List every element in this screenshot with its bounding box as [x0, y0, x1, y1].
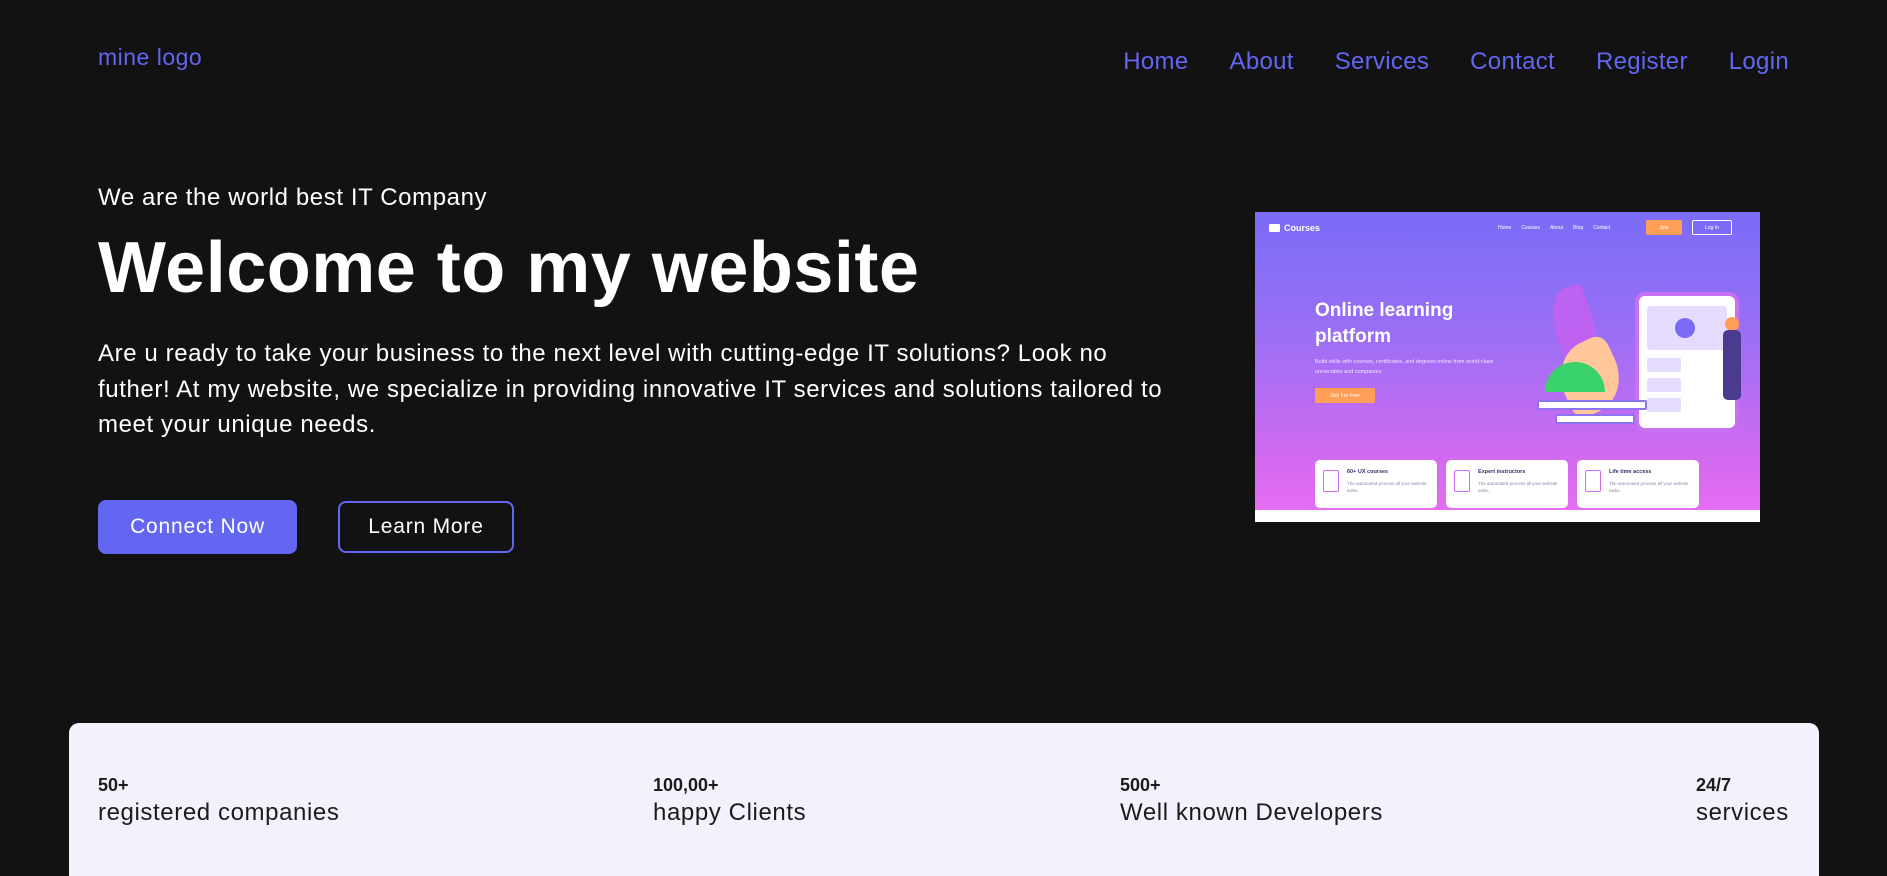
mock-feature-card: Expert instructors The automated process…	[1446, 460, 1568, 508]
nav-register[interactable]: Register	[1596, 48, 1688, 76]
hero-image: Courses Home Courses About Blog Contact …	[1255, 212, 1760, 522]
instructor-icon	[1454, 470, 1470, 492]
mock-nav-item: Blog	[1573, 225, 1584, 231]
nav-services[interactable]: Services	[1335, 48, 1429, 76]
site-logo[interactable]: mine logo	[98, 44, 202, 71]
mock-subtext: Build skills with courses, certificates,…	[1315, 359, 1494, 375]
mock-nav: Home Courses About Blog Contact	[1498, 225, 1610, 231]
site-header: mine logo Home About Services Contact Re…	[0, 0, 1887, 110]
mock-brand: Courses	[1269, 223, 1320, 233]
mock-card-desc: The automated process all your website t…	[1609, 481, 1689, 493]
mock-card-title: Life time access	[1609, 469, 1652, 475]
mock-cta-button: Join For Free	[1315, 388, 1375, 403]
mock-card-title: Expert instructors	[1478, 469, 1526, 475]
nav-login[interactable]: Login	[1729, 48, 1789, 76]
play-icon	[1675, 318, 1695, 338]
books-illustration	[1537, 400, 1647, 410]
hero-title: Welcome to my website	[98, 228, 920, 308]
stat-clients: 100,00+ happy Clients	[653, 773, 806, 828]
phone-screen-row	[1647, 398, 1681, 412]
stat-companies: 50+ registered companies	[98, 773, 339, 828]
mock-login-button: Log In	[1692, 220, 1732, 235]
mock-feature-card: Life time access The automated process a…	[1577, 460, 1699, 508]
nav-contact[interactable]: Contact	[1470, 48, 1555, 76]
stat-developers: 500+ Well known Developers	[1120, 773, 1383, 828]
stat-number: 500+	[1120, 775, 1161, 795]
stat-label: Well known Developers	[1120, 799, 1383, 826]
mock-footer-strip	[1255, 510, 1760, 522]
mock-join-button: Join	[1646, 220, 1682, 235]
stat-number: 24/7	[1696, 775, 1732, 795]
hero-description: Are u ready to take your business to the…	[98, 340, 1163, 438]
main-nav: Home About Services Contact Register Log…	[1123, 48, 1789, 76]
learn-more-button[interactable]: Learn More	[338, 501, 514, 553]
hero-tagline: We are the world best IT Company	[98, 184, 488, 211]
stats-section: 50+ registered companies 100,00+ happy C…	[69, 723, 1819, 876]
mock-card-desc: The automated process all your website t…	[1347, 481, 1427, 493]
mock-feature-card: 60+ UX courses The automated process all…	[1315, 460, 1437, 508]
mock-nav-item: Contact	[1593, 225, 1611, 231]
mock-nav-item: About	[1549, 225, 1564, 231]
stat-number: 100,00+	[653, 775, 719, 795]
mock-brand-label: Courses	[1284, 223, 1321, 233]
clock-icon	[1585, 470, 1601, 492]
mock-nav-item: Home	[1498, 225, 1512, 231]
nav-home[interactable]: Home	[1123, 48, 1188, 76]
connect-now-button[interactable]: Connect Now	[98, 500, 297, 554]
nav-about[interactable]: About	[1230, 48, 1294, 76]
person-illustration	[1723, 330, 1741, 400]
stat-services: 24/7 services	[1696, 773, 1789, 828]
mock-card-title: 60+ UX courses	[1347, 469, 1389, 475]
books-illustration	[1555, 414, 1635, 424]
phone-screen-row	[1647, 358, 1681, 372]
mock-card-desc: The automated process all your website t…	[1478, 481, 1558, 493]
phone-screen-row	[1647, 378, 1681, 392]
stat-label: happy Clients	[653, 799, 807, 826]
mock-nav-item: Courses	[1521, 225, 1540, 231]
books-icon	[1323, 470, 1339, 492]
stat-label: registered companies	[98, 799, 340, 826]
book-icon	[1269, 224, 1280, 232]
mock-heading: Online learning platform	[1315, 300, 1454, 347]
stat-number: 50+	[98, 775, 129, 795]
stat-label: services	[1696, 799, 1789, 826]
person-illustration-head	[1725, 317, 1739, 331]
